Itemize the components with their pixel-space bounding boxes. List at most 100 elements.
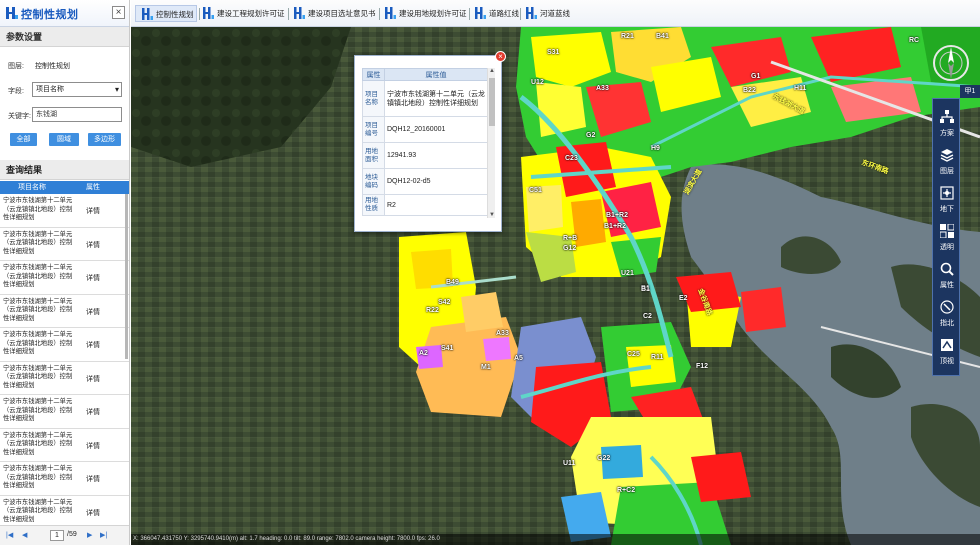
table-row[interactable]: 宁波市东钱湖第十二单元（云龙镇镇北地段）控制性详细规划 详情 [0,496,129,523]
zone-utility [601,445,643,479]
first-page-button[interactable]: |◀ [6,531,13,539]
map-label: U11 [563,460,576,467]
map-label: C25 [627,351,640,358]
compass-icon[interactable] [930,38,972,88]
tool-label: 方案 [940,130,954,137]
map-label: R+C2 [617,487,636,494]
scroll-down-icon[interactable]: ▼ [488,212,496,218]
map-canvas[interactable] [131,27,980,545]
row-project-name: 宁波市东钱湖第十二单元（云龙镇镇北地段）控制性详细规划 [3,197,73,222]
last-page-button[interactable]: ▶| [100,531,107,539]
tool-underground-button[interactable]: 地下 [933,181,961,215]
table-row[interactable]: 宁波市东钱湖第十二单元（云龙镇镇北地段）控制性详细规划 详情 [0,395,129,429]
detail-link[interactable]: 详情 [86,407,100,417]
detail-link[interactable]: 详情 [86,441,100,451]
map-toolbar: 方案 图层 地下 透明 属性 指北 顶视 [932,98,960,376]
tool-layers-button[interactable]: 图层 [933,143,961,177]
popup-scrollbar[interactable]: ▲ ▼ [487,68,495,218]
detail-link[interactable]: 详情 [86,273,100,283]
h-logo-icon [142,8,153,20]
page-number-input[interactable]: 1 [50,530,64,541]
attr-key: 项目名称 [362,80,385,117]
attribute-popup: × 属性 属性值 项目名称 宁波市东钱湖第十二单元（云龙镇镇北地段）控制性详细规划… [354,51,506,232]
detail-link[interactable]: 详情 [86,240,100,250]
map-label: A5 [514,355,523,362]
tool-label: 地下 [940,206,954,213]
table-row[interactable]: 宁波市东钱湖第十二单元（云龙镇镇北地段）控制性详细规划 详情 [0,328,129,362]
detail-link[interactable]: 详情 [86,206,100,216]
tab-site-opinion[interactable]: 建设项目选址意见书 [288,5,380,22]
tab-control-plan[interactable]: 控制性规划 [135,5,197,22]
table-row[interactable]: 宁波市东钱湖第十二单元（云龙镇镇北地段）控制性详细规划 详情 [0,228,129,261]
tool-label: 指北 [940,320,954,327]
zone-commercial [691,452,751,502]
tab-river-blueline[interactable]: 河道蓝线 [520,5,572,22]
map-label: M1 [481,364,491,371]
map-label: H9 [651,145,660,152]
attr-value: DQH12_20160001 [384,116,488,143]
popup-close-button[interactable]: × [495,51,506,62]
detail-link[interactable]: 详情 [86,307,100,317]
table-row[interactable]: 宁波市东钱湖第十二单元（云龙镇镇北地段）控制性详细规划 详情 [0,462,129,496]
scroll-up-icon[interactable]: ▲ [488,68,496,74]
tool-topview-button[interactable]: 顶视 [933,333,961,367]
tab-road-redline[interactable]: 道路红线 [469,5,521,22]
polygon-query-button[interactable]: 多边形 [88,133,121,146]
north-icon [940,300,954,314]
table-row[interactable]: 宁波市东钱湖第十二单元（云龙镇镇北地段）控制性详细规划 详情 [0,194,129,228]
field-select[interactable]: 项目名称 ▾ [32,82,122,97]
toolbar-tab[interactable]: 甲1 [960,85,980,98]
map-view[interactable]: S31 R21 B41 U12 A33 G1 B22 H11 RC C23 G2… [131,27,980,545]
table-row[interactable]: 宁波市东钱湖第十二单元（云龙镇镇北地段）控制性详细规划 详情 [0,261,129,295]
map-label: S41 [441,345,454,352]
map-label: B41 [656,33,669,40]
tool-north-button[interactable]: 指北 [933,295,961,329]
row-project-name: 宁波市东钱湖第十二单元（云龙镇镇北地段）控制性详细规划 [3,331,73,356]
tool-scheme-button[interactable]: 方案 [933,105,961,139]
keyword-input[interactable]: 东钱湖 [32,107,122,122]
h-logo-icon [294,7,305,19]
scroll-thumb[interactable] [489,78,495,126]
detail-link[interactable]: 详情 [86,374,100,384]
row-project-name: 宁波市东钱湖第十二单元（云龙镇镇北地段）控制性详细规划 [3,364,73,389]
attr-value: DQH12-02-d5 [384,168,488,195]
map-label: F12 [696,363,709,370]
h-logo-icon [475,7,486,19]
row-project-name: 宁波市东钱湖第十二单元（云龙镇镇北地段）控制性详细规划 [3,465,73,490]
tab-construction-permit[interactable]: 建设工程规划许可证 [197,5,289,22]
field-select-value: 项目名称 [36,86,64,93]
topview-icon [941,339,953,351]
tool-attribute-button[interactable]: 属性 [933,257,961,291]
map-label: A2 [419,350,428,357]
circle-query-button[interactable]: 圆域 [49,133,79,146]
h-logo-icon [203,7,214,19]
h-logo-icon [526,7,537,19]
detail-link[interactable]: 详情 [86,508,100,518]
tab-land-use-permit[interactable]: 建设用地规划许可证 [379,5,471,22]
attr-key: 用地面积 [362,142,385,169]
col-attribute: 属性 [86,184,100,191]
field-label: 字段: [8,88,24,95]
map-label: R+B [563,235,578,242]
layer-value: 控制性规划 [35,63,70,70]
h-logo-icon [385,7,396,19]
map-label: U12 [531,79,544,86]
all-button[interactable]: 全部 [10,133,37,146]
table-row[interactable]: 宁波市东钱湖第十二单元（云龙镇镇北地段）控制性详细规划 详情 [0,429,129,462]
detail-link[interactable]: 详情 [86,474,100,484]
table-row[interactable]: 宁波市东钱湖第十二单元（云龙镇镇北地段）控制性详细规划 详情 [0,362,129,395]
results-scrollbar[interactable] [125,194,128,359]
col-project-name: 项目名称 [18,184,46,191]
zone-commercial [741,287,786,332]
tool-transparency-button[interactable]: 透明 [933,219,961,253]
pager: |◀ ◀ 1 /59 ▶ ▶| [0,525,129,545]
table-row[interactable]: 宁波市东钱湖第十二单元（云龙镇镇北地段）控制性详细规划 详情 [0,295,129,328]
attribute-table: 属性 属性值 项目名称 宁波市东钱湖第十二单元（云龙镇镇北地段）控制性详细规划 项… [362,68,488,216]
attr-value: 12941.93 [384,142,488,169]
next-page-button[interactable]: ▶ [87,531,92,539]
prev-page-button[interactable]: ◀ [22,531,27,539]
detail-link[interactable]: 详情 [86,340,100,350]
keyword-label: 关键字: [8,113,31,120]
map-label: S42 [438,299,451,306]
map-label: R21 [621,33,634,40]
